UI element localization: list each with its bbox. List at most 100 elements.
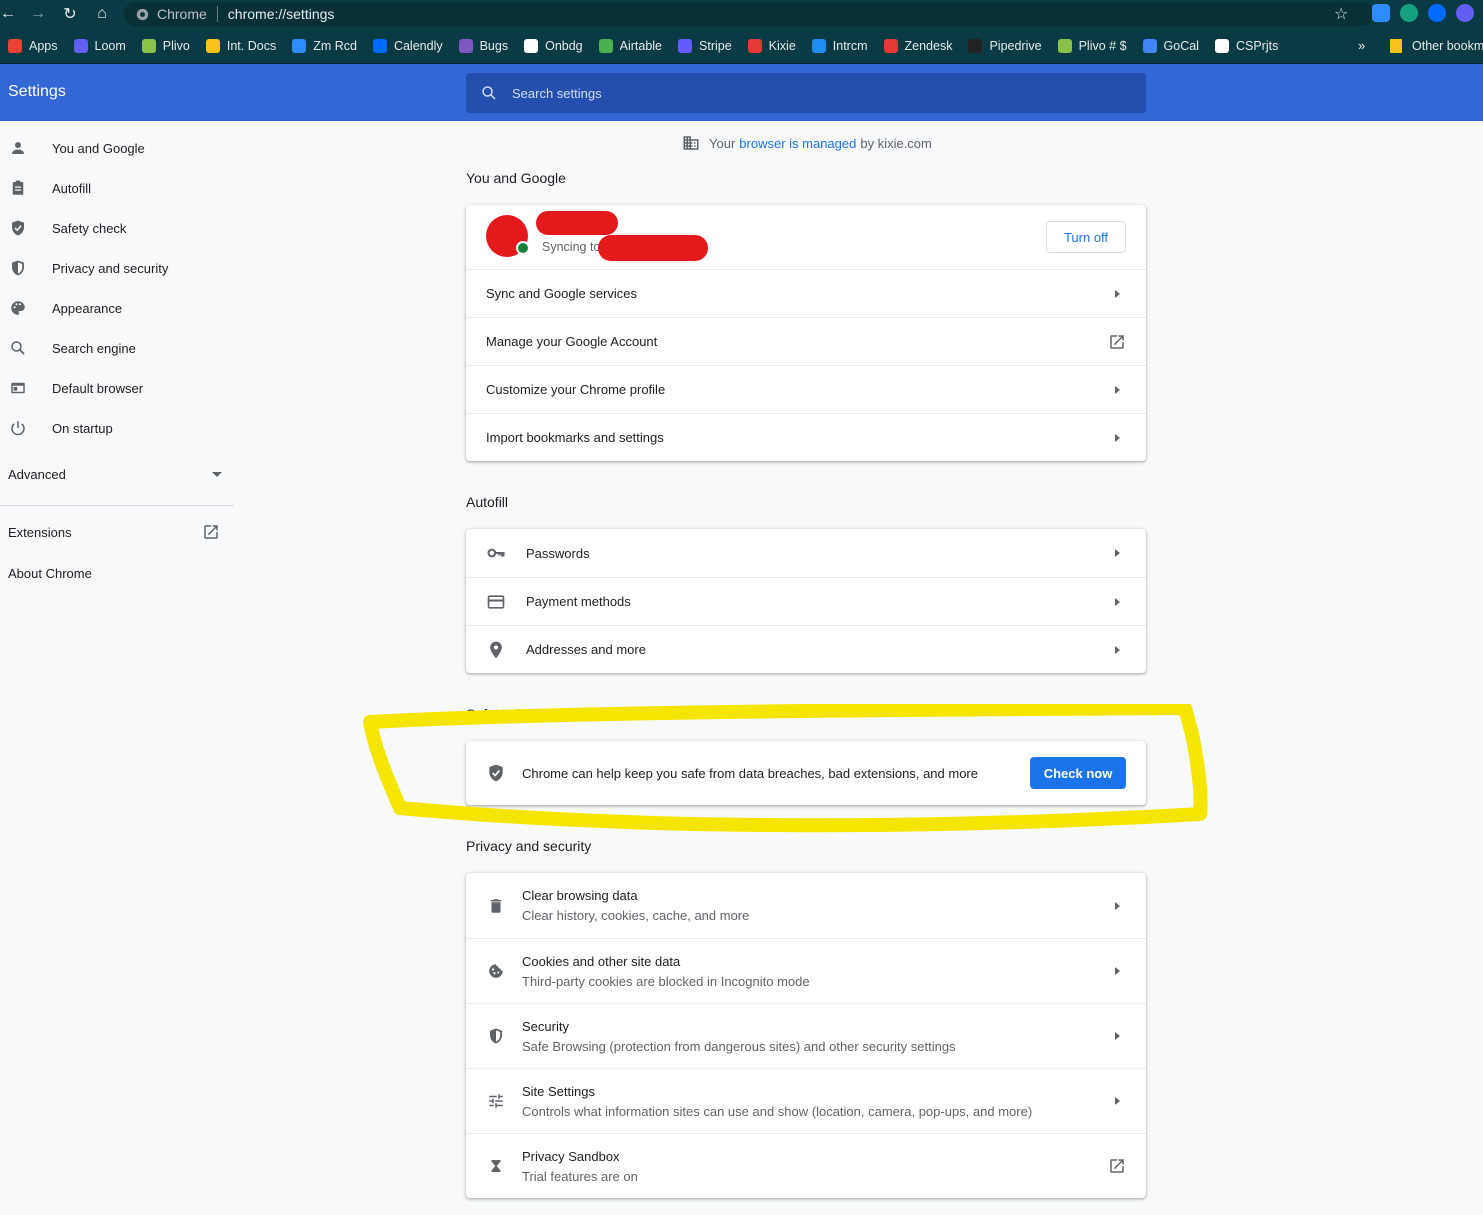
person-icon bbox=[8, 138, 28, 158]
other-bookmarks[interactable]: Other bookm bbox=[1390, 34, 1483, 58]
clear-browsing-data-row[interactable]: Clear browsing data Clear history, cooki… bbox=[466, 873, 1146, 938]
power-icon bbox=[8, 418, 28, 438]
sidebar-advanced-label: Advanced bbox=[8, 467, 66, 482]
managed-link[interactable]: browser is managed bbox=[739, 136, 856, 151]
zoom-extension-icon[interactable] bbox=[1372, 4, 1390, 22]
payment-methods-row[interactable]: Payment methods bbox=[466, 577, 1146, 625]
arrow-right-icon bbox=[1115, 1032, 1120, 1040]
sidebar-item-privacy[interactable]: Privacy and security bbox=[0, 248, 240, 288]
arrow-right-icon bbox=[1115, 967, 1120, 975]
row-title: Site Settings bbox=[522, 1083, 595, 1099]
customize-profile-row[interactable]: Customize your Chrome profile bbox=[466, 365, 1146, 413]
loom-extension-icon[interactable] bbox=[1456, 4, 1474, 22]
privacy-sandbox-row[interactable]: Privacy Sandbox Trial features are on bbox=[466, 1133, 1146, 1198]
chrome-logo-icon bbox=[136, 8, 149, 20]
bookmark-item[interactable]: Zendesk bbox=[876, 34, 961, 58]
bookmark-label: Bugs bbox=[479, 38, 509, 53]
bookmark-item[interactable]: Pipedrive bbox=[960, 34, 1049, 58]
row-title: Privacy Sandbox bbox=[522, 1148, 620, 1164]
addresses-row[interactable]: Addresses and more bbox=[466, 625, 1146, 673]
bookmark-item[interactable]: Intrcm bbox=[804, 34, 876, 58]
credit-card-icon bbox=[486, 592, 506, 612]
security-row[interactable]: Security Safe Browsing (protection from … bbox=[466, 1003, 1146, 1068]
bookmark-item[interactable]: Int. Docs bbox=[198, 34, 284, 58]
bookmark-item[interactable]: Calendly bbox=[365, 34, 451, 58]
omnibox-site: Chrome bbox=[157, 6, 207, 22]
managed-prefix: Your bbox=[709, 135, 736, 151]
forward-icon[interactable]: → bbox=[22, 0, 54, 28]
bookmark-label: Loom bbox=[94, 38, 126, 53]
profile-row: Syncing to Turn off bbox=[466, 205, 1146, 269]
bookmark-label: Intrcm bbox=[832, 38, 868, 53]
more-bookmarks-chevron[interactable]: » bbox=[1358, 38, 1365, 53]
safety-check-card: Chrome can help keep you safe from data … bbox=[466, 741, 1146, 805]
managed-suffix: by kixie.com bbox=[860, 135, 932, 151]
import-bookmarks-row[interactable]: Import bookmarks and settings bbox=[466, 413, 1146, 461]
key-icon bbox=[486, 543, 506, 563]
bookmark-item[interactable]: Zm Rcd bbox=[284, 34, 365, 58]
redacted-name bbox=[536, 211, 618, 235]
search-input[interactable]: Search settings bbox=[466, 73, 1146, 113]
sidebar-item-you-and-google[interactable]: You and Google bbox=[0, 128, 240, 168]
sidebar-extensions-label: Extensions bbox=[8, 524, 72, 540]
site-settings-row[interactable]: Site Settings Controls what information … bbox=[466, 1068, 1146, 1133]
folder-icon bbox=[1390, 39, 1402, 53]
back-icon[interactable]: ← bbox=[0, 0, 24, 28]
arrow-right-icon bbox=[1115, 645, 1120, 654]
sidebar-item-label: Search engine bbox=[52, 340, 136, 356]
sidebar-extensions[interactable]: Extensions bbox=[8, 523, 220, 541]
browser-toolbar: ← → ↻ ⌂ Chrome chrome://settings ☆ bbox=[0, 0, 1483, 28]
omnibox[interactable]: Chrome chrome://settings bbox=[124, 2, 1374, 26]
row-subtitle: Controls what information sites can use … bbox=[522, 1103, 1033, 1119]
manage-account-row[interactable]: Manage your Google Account bbox=[466, 317, 1146, 365]
bookmark-item[interactable]: Kixie bbox=[740, 34, 804, 58]
bookmark-item[interactable]: Apps bbox=[0, 34, 66, 58]
bookmark-item[interactable]: Plivo bbox=[134, 34, 198, 58]
sidebar-item-safety-check[interactable]: Safety check bbox=[0, 208, 240, 248]
shield-icon bbox=[486, 1026, 506, 1046]
bookmark-item[interactable]: GoCal bbox=[1135, 34, 1207, 58]
sync-services-row[interactable]: Sync and Google services bbox=[466, 269, 1146, 317]
sidebar-advanced[interactable]: Advanced bbox=[8, 467, 222, 482]
home-icon[interactable]: ⌂ bbox=[86, 0, 118, 28]
section-title-you-and-google: You and Google bbox=[466, 170, 566, 186]
sidebar-item-autofill[interactable]: Autofill bbox=[0, 168, 240, 208]
sidebar-item-search-engine[interactable]: Search engine bbox=[0, 328, 240, 368]
extension-icons bbox=[1372, 4, 1474, 22]
bookmark-star-icon[interactable]: ☆ bbox=[1334, 4, 1348, 24]
bookmark-favicon-icon bbox=[968, 38, 983, 53]
section-title-safety-check: Safety check bbox=[466, 706, 547, 722]
sidebar-item-default-browser[interactable]: Default browser bbox=[0, 368, 240, 408]
calendly-extension-icon[interactable] bbox=[1428, 4, 1446, 22]
page-title: Settings bbox=[8, 83, 66, 100]
row-label: Passwords bbox=[526, 545, 590, 561]
safety-check-row: Chrome can help keep you safe from data … bbox=[466, 741, 1146, 805]
turn-off-button[interactable]: Turn off bbox=[1046, 221, 1126, 253]
bookmark-favicon-icon bbox=[524, 38, 539, 53]
search-icon bbox=[8, 338, 28, 358]
bookmark-item[interactable]: CSPrjts bbox=[1207, 34, 1286, 58]
sidebar-item-appearance[interactable]: Appearance bbox=[0, 288, 240, 328]
bookmark-item[interactable]: Bugs bbox=[451, 34, 517, 58]
privacy-card: Clear browsing data Clear history, cooki… bbox=[466, 873, 1146, 1198]
bookmark-item[interactable]: Loom bbox=[66, 34, 134, 58]
bookmark-favicon-icon bbox=[141, 38, 156, 53]
bookmark-item[interactable]: Plivo # $ bbox=[1050, 34, 1135, 58]
bookmark-item[interactable]: Onbdg bbox=[516, 34, 591, 58]
palette-icon bbox=[8, 298, 28, 318]
check-now-button[interactable]: Check now bbox=[1030, 757, 1126, 789]
bookmark-item[interactable]: Stripe bbox=[670, 34, 740, 58]
settings-header: Settings Search settings bbox=[0, 64, 1483, 121]
sidebar-item-on-startup[interactable]: On startup bbox=[0, 408, 240, 448]
managed-notice: Your browser is managed by kixie.com bbox=[682, 134, 932, 152]
reload-icon[interactable]: ↻ bbox=[54, 0, 86, 28]
syncing-label: Syncing to bbox=[542, 240, 601, 254]
grammar-extension-icon[interactable] bbox=[1400, 4, 1418, 22]
sidebar-about-chrome[interactable]: About Chrome bbox=[8, 566, 92, 581]
cookies-row[interactable]: Cookies and other site data Third-party … bbox=[466, 938, 1146, 1003]
arrow-right-icon bbox=[1115, 289, 1120, 298]
passwords-row[interactable]: Passwords bbox=[466, 529, 1146, 577]
bookmark-favicon-icon bbox=[292, 38, 307, 53]
bookmark-item[interactable]: Airtable bbox=[591, 34, 670, 58]
safety-check-text: Chrome can help keep you safe from data … bbox=[522, 765, 978, 781]
